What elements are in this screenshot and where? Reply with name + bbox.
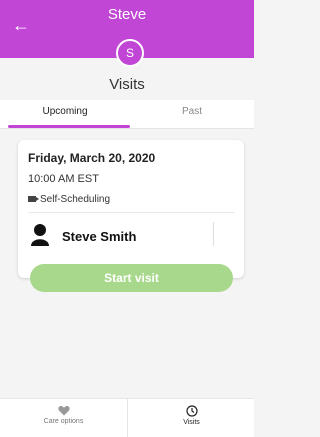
clock-icon: [185, 405, 198, 417]
active-tab-indicator: [8, 125, 130, 128]
person-silhouette-icon: [31, 224, 49, 246]
card-divider: [28, 212, 234, 213]
user-avatar: S: [116, 39, 144, 67]
tab-past[interactable]: Past: [130, 106, 254, 117]
vertical-divider: [213, 222, 214, 246]
bottom-navigation: Care options Visits: [0, 398, 254, 437]
nav-care-options[interactable]: Care options: [0, 399, 127, 437]
visit-card: Friday, March 20, 2020 10:00 AM EST Self…: [18, 140, 244, 292]
nav-care-options-label: Care options: [43, 418, 84, 425]
nav-visits-label: Visits: [183, 419, 200, 426]
tab-bar: Upcoming Past: [0, 100, 254, 129]
visit-date: Friday, March 20, 2020: [28, 151, 156, 165]
visit-time: 10:00 AM EST: [28, 173, 99, 185]
start-visit-button[interactable]: Start visit: [30, 264, 233, 292]
provider-name: Steve Smith: [62, 229, 137, 244]
heart-icon: [57, 406, 70, 416]
page-title: Visits: [109, 76, 145, 93]
header-title: Steve: [107, 6, 147, 23]
app-header: ← Steve S: [0, 0, 254, 67]
scheduling-type: Self-Scheduling: [28, 194, 110, 205]
video-camera-icon: [28, 196, 39, 203]
scheduling-label: Self-Scheduling: [40, 194, 111, 205]
tab-upcoming[interactable]: Upcoming: [0, 106, 130, 117]
nav-visits[interactable]: Visits: [127, 399, 255, 437]
